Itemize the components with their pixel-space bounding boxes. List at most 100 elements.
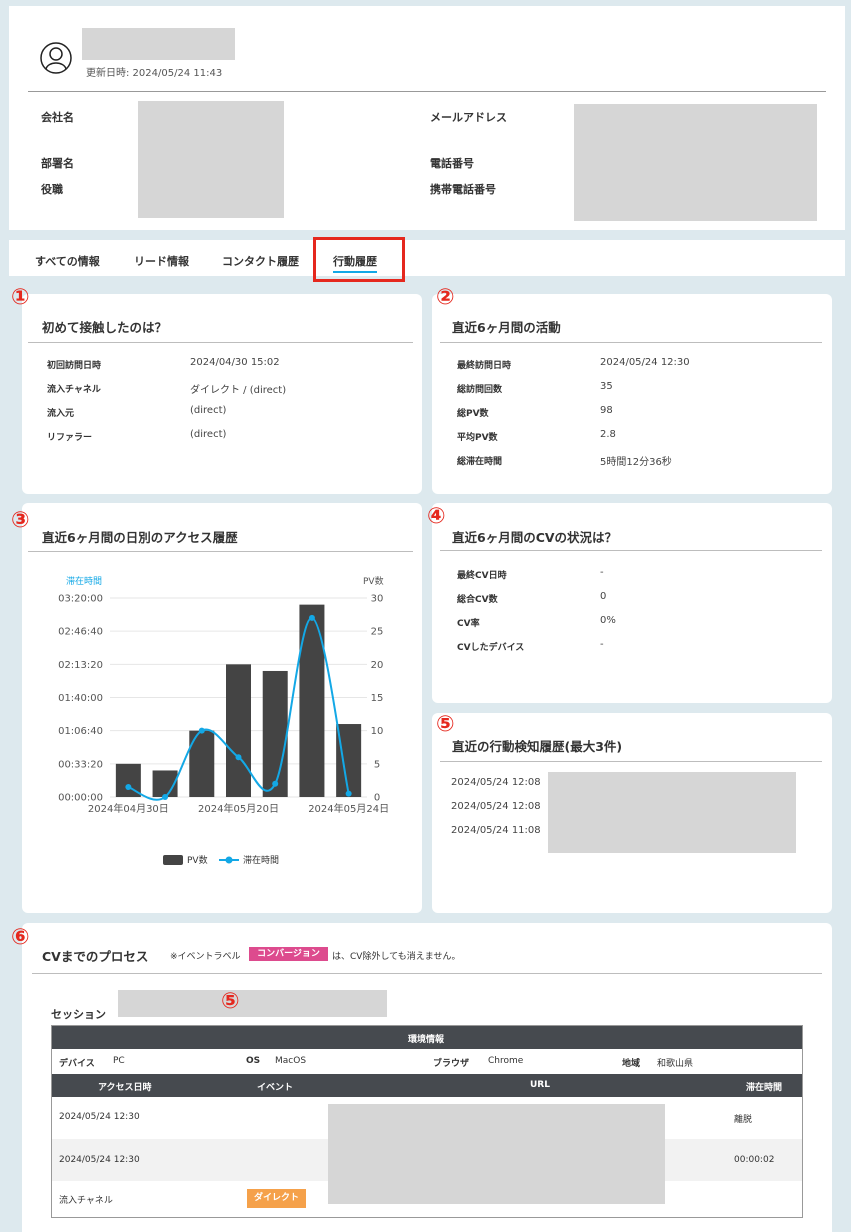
- right-tick-label: 20: [371, 660, 384, 671]
- marker-4: ④: [427, 504, 446, 529]
- row-stay: 離脱: [734, 1115, 753, 1125]
- access-chart: 03:20:00 30 02:46:40 25 02:13:20 20 01:40:00 15…: [58, 594, 389, 816]
- marker-6: ⑥: [11, 925, 30, 950]
- legend-stay-label: 滞在時間: [243, 856, 280, 866]
- mobile-label: 携帯電話番号: [430, 183, 496, 196]
- first-contact-value: 2024/04/30 15:02: [190, 357, 280, 368]
- chart-divider: [28, 551, 413, 552]
- column-header: アクセス日時: [98, 1083, 152, 1093]
- right-tick-label: 5: [374, 759, 380, 770]
- stay-time-point: [235, 754, 242, 761]
- detection-time: 2024/05/24 12:08: [451, 777, 541, 788]
- activity-label: 平均PV数: [457, 433, 498, 443]
- stay-time-point: [308, 614, 315, 621]
- left-tick-label: 01:40:00: [58, 693, 103, 704]
- activity-value: 35: [600, 381, 613, 392]
- activity-label: 総PV数: [457, 409, 489, 419]
- cv-status-divider: [440, 550, 822, 551]
- chart-bar: [262, 670, 288, 797]
- process-divider: [32, 973, 822, 974]
- left-tick-label: 01:06:40: [58, 726, 103, 737]
- left-tick-label: 00:33:20: [58, 759, 103, 770]
- env-value: PC: [113, 1056, 125, 1066]
- x-tick-label: 2024年04月30日: [88, 802, 169, 815]
- session-masked: [118, 990, 387, 1017]
- channel-badge: ダイレクト: [247, 1189, 306, 1208]
- first-contact-label: 初回訪問日時: [47, 361, 102, 371]
- activity-value: 2.8: [600, 429, 616, 440]
- right-tick-label: 30: [371, 594, 384, 605]
- updated-time: 更新日時: 2024/05/24 11:43: [86, 68, 223, 79]
- marker-2: ②: [436, 285, 455, 310]
- right-tick-label: 15: [371, 693, 384, 704]
- left-tick-label: 02:46:40: [58, 627, 103, 638]
- first-contact-value: (direct): [190, 405, 227, 416]
- profile-divider: [28, 91, 826, 92]
- profile-name: [82, 28, 235, 60]
- detection-time: 2024/05/24 11:08: [451, 825, 541, 836]
- detection-time: 2024/05/24 12:08: [451, 801, 541, 812]
- right-tick-label: 10: [371, 726, 384, 737]
- conversion-badge: コンバージョン: [249, 947, 328, 961]
- stay-time-point: [198, 727, 205, 734]
- chart-legend: PV数 滞在時間: [163, 853, 293, 867]
- env-header: 環境情報: [408, 1035, 445, 1045]
- x-tick-label: 2024年05月24日: [308, 802, 389, 815]
- marker-5: ⑤: [436, 712, 455, 737]
- columns-header-row: [52, 1074, 802, 1097]
- marker-3: ③: [11, 508, 30, 533]
- row-time: 2024/05/24 12:30: [59, 1155, 140, 1165]
- activity-value: 98: [600, 405, 613, 416]
- phone-label: 電話番号: [430, 157, 474, 170]
- stay-time-point: [345, 790, 352, 797]
- first-contact-value: (direct): [190, 429, 227, 440]
- cv-status-label: CVしたデバイス: [457, 643, 525, 653]
- tab-highlight-box: [313, 237, 405, 282]
- tab-all-info[interactable]: すべての情報: [35, 253, 100, 269]
- first-contact-value: ダイレクト / (direct): [190, 385, 287, 396]
- email-label: メールアドレス: [430, 111, 507, 124]
- env-value: 和歌山県: [657, 1059, 694, 1069]
- left-tick-label: 03:20:00: [58, 594, 103, 605]
- row-stay: 00:00:02: [734, 1155, 775, 1165]
- cv-status-title: 直近6ヶ月間のCVの状況は？: [452, 530, 618, 545]
- activity-label: 総滞在時間: [457, 457, 503, 467]
- chart-title: 直近6ヶ月間の日別のアクセス履歴: [42, 530, 238, 545]
- cv-status-label: 総合CV数: [457, 595, 498, 605]
- legend-stay-swatch: [219, 856, 239, 864]
- cv-status-value: -: [600, 639, 604, 650]
- env-value: MacOS: [275, 1056, 307, 1066]
- legend-pv-swatch: [163, 855, 183, 865]
- stay-time-point: [272, 780, 279, 787]
- tab-lead-info[interactable]: リード情報: [134, 253, 189, 269]
- column-header: イベント: [257, 1083, 294, 1093]
- detections-divider: [440, 761, 822, 762]
- env-label: OS: [246, 1056, 261, 1066]
- marker-5-session: ⑤: [221, 989, 240, 1014]
- marker-1: ①: [11, 285, 30, 310]
- right-tick-label: 0: [374, 793, 380, 804]
- left-tick-label: 00:00:00: [58, 793, 103, 804]
- stay-time-point: [125, 784, 132, 791]
- process-note-suffix: は、CV除外しても消えません。: [332, 952, 461, 962]
- cv-status-value: 0: [600, 591, 607, 602]
- env-label: 地域: [622, 1059, 641, 1069]
- activity-label: 最終訪問日時: [457, 361, 512, 371]
- activity-value: 5時間12分36秒: [600, 457, 672, 468]
- first-contact-divider: [28, 342, 413, 343]
- env-value: Chrome: [488, 1056, 524, 1066]
- right-tick-label: 25: [371, 627, 384, 638]
- activity-value: 2024/05/24 12:30: [600, 357, 690, 368]
- activity-label: 総訪問回数: [457, 385, 503, 395]
- column-header: URL: [530, 1080, 550, 1090]
- row-time: 2024/05/24 12:30: [59, 1112, 140, 1122]
- avatar-icon: [40, 42, 72, 74]
- left-tick-label: 02:13:20: [58, 660, 103, 671]
- activity-title: 直近6ヶ月間の活動: [452, 320, 561, 335]
- cv-status-label: CV率: [457, 619, 480, 629]
- url-masked: [328, 1104, 665, 1204]
- first-contact-label: 流入チャネル: [47, 385, 101, 395]
- stay-time-point: [162, 794, 169, 800]
- tab-contact-history[interactable]: コンタクト履歴: [222, 253, 299, 269]
- company-info-masked: [138, 101, 284, 218]
